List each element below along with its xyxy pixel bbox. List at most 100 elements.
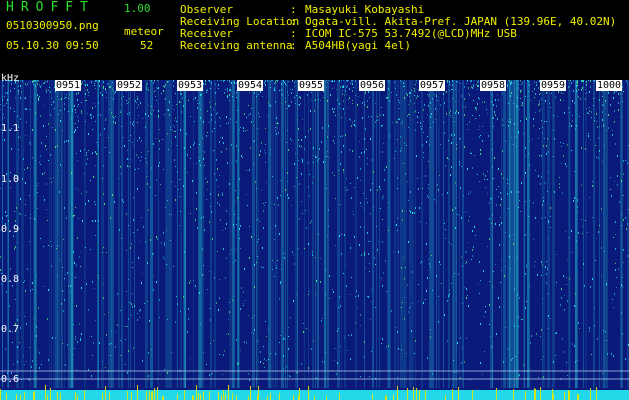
noise-speck [585,98,586,100]
noise-speck [518,131,519,132]
noise-speck [151,80,152,82]
noise-speck [197,227,198,229]
noise-speck [117,324,118,326]
noise-speck [37,94,38,96]
noise-speck [159,299,160,301]
noise-speck [473,85,474,87]
noise-speck [572,343,573,345]
noise-speck [577,360,578,361]
filename: 0510300950.png [6,19,99,32]
baseline-spike [445,395,446,400]
noise-speck [427,114,428,115]
noise-speck [293,254,294,255]
noise-speck [238,149,239,151]
noise-speck [271,80,272,82]
noise-speck [508,348,509,350]
noise-speck [576,90,577,92]
noise-speck [76,188,77,189]
noise-speck [44,199,45,201]
noise-speck [105,147,106,148]
noise-speck [163,90,164,92]
noise-speck [226,123,227,124]
noise-speck [442,194,443,195]
noise-speck [40,86,41,88]
noise-speck [292,80,293,82]
noise-speck [82,220,83,222]
noise-speck [10,187,11,188]
baseline-spike [127,391,128,400]
noise-speck [103,86,104,88]
noise-streak [394,80,396,388]
noise-speck [559,183,560,185]
noise-speck [532,139,533,140]
noise-speck [2,217,3,219]
noise-speck [214,128,215,129]
noise-speck [593,105,594,106]
noise-streak [281,80,284,388]
noise-speck [484,351,485,352]
noise-speck [109,86,110,88]
noise-speck [364,138,365,140]
noise-speck [370,189,371,191]
noise-speck [102,94,103,96]
noise-speck [429,144,430,146]
noise-speck [132,267,133,268]
noise-speck [18,90,19,92]
noise-speck [58,99,59,100]
noise-speck [276,117,277,119]
noise-speck [32,360,33,362]
noise-speck [290,138,291,140]
noise-speck [298,160,299,161]
noise-speck [68,285,69,287]
noise-speck [296,372,297,373]
noise-speck [120,167,121,168]
noise-speck [473,84,474,85]
noise-speck [171,181,172,182]
noise-speck [26,361,27,362]
baseline-spike [6,393,7,400]
noise-speck [57,145,58,147]
noise-speck [362,102,363,104]
baseline-spike [578,394,579,400]
noise-speck [214,173,215,175]
noise-speck [479,115,480,116]
noise-speck [489,238,490,240]
noise-speck [379,186,380,188]
noise-speck [291,101,292,103]
noise-speck [300,103,301,104]
noise-speck [85,84,86,86]
noise-speck [605,331,606,333]
noise-speck [423,109,424,111]
noise-speck [592,185,593,187]
noise-speck [5,92,6,94]
noise-speck [265,162,266,163]
noise-speck [577,82,578,84]
noise-speck [313,147,314,149]
noise-speck [37,80,38,82]
noise-speck [153,289,154,291]
noise-speck [349,88,350,90]
noise-streak [436,80,437,388]
noise-speck [301,146,302,147]
noise-speck [333,111,334,113]
noise-speck [10,90,11,92]
noise-speck [440,104,441,106]
baseline-spike [386,395,387,400]
noise-speck [382,241,383,243]
noise-speck [546,92,547,94]
noise-speck [483,316,484,317]
noise-speck [360,180,361,181]
noise-speck [179,179,180,180]
noise-speck [102,252,103,253]
noise-speck [603,125,604,127]
noise-speck [418,284,419,285]
noise-speck [515,356,516,357]
noise-speck [545,183,546,184]
noise-speck [604,145,605,146]
noise-speck [24,98,25,99]
noise-speck [422,126,423,127]
noise-speck [270,87,271,88]
noise-speck [167,319,168,320]
noise-speck [583,263,584,265]
noise-speck [511,92,512,94]
